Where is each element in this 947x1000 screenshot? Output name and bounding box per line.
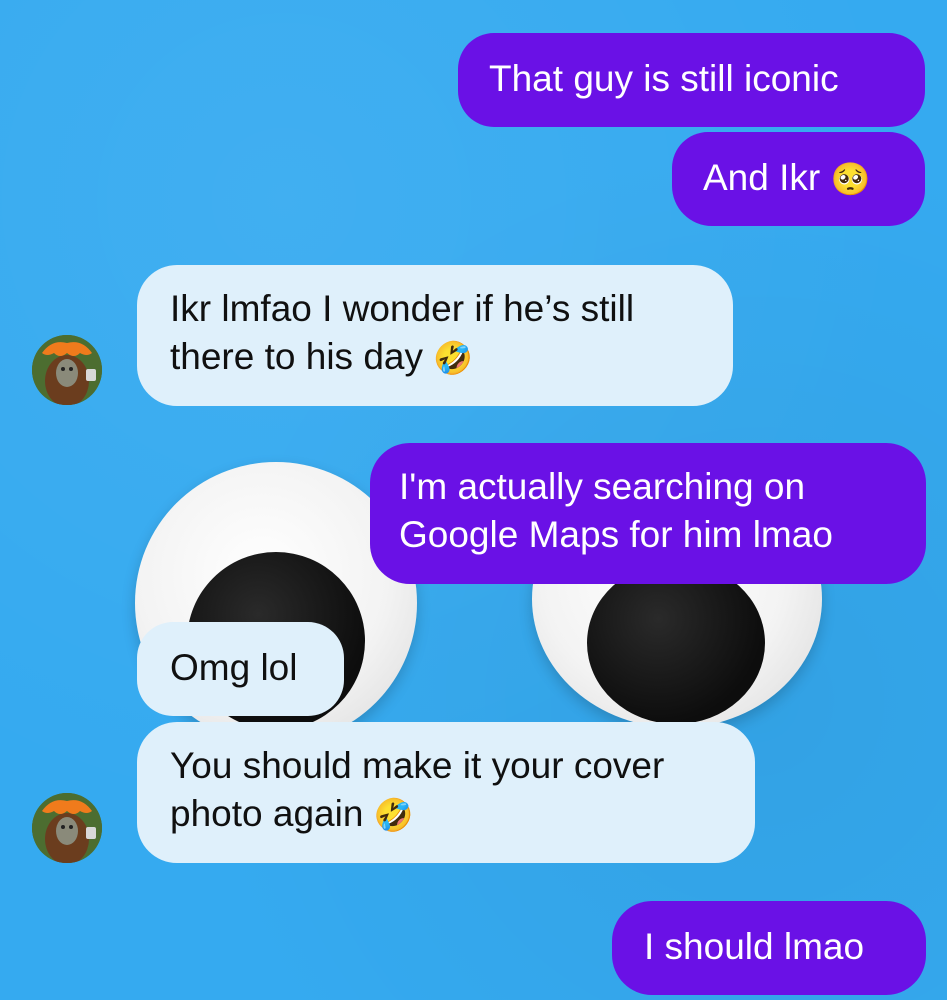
message-text-line-2: photo again 🤣 — [170, 790, 755, 839]
message-text: I should lmao — [644, 926, 865, 967]
message-bubble-received[interactable]: Omg lol — [137, 622, 344, 716]
sasquatch-avatar-icon — [32, 793, 102, 863]
message-bubble-received[interactable]: Ikr lmfao I wonder if he’s still there t… — [137, 265, 733, 406]
message-bubble-received[interactable]: You should make it your cover photo agai… — [137, 722, 755, 863]
rolling-laughing-icon: 🤣 — [373, 796, 414, 834]
message-bubble-sent[interactable]: I should lmao — [612, 901, 926, 995]
message-text-line-2: Google Maps for him lmao — [399, 514, 833, 555]
message-text: photo again — [170, 793, 364, 834]
pleading-face-icon: 🥺 — [830, 160, 871, 198]
message-text: And Ikr — [703, 157, 821, 198]
contact-avatar[interactable] — [32, 793, 102, 863]
message-text-line-1: I'm actually searching on — [399, 466, 806, 507]
sasquatch-avatar-icon — [32, 335, 102, 405]
message-text-line-2: there to his day 🤣 — [170, 333, 733, 382]
contact-avatar[interactable] — [32, 335, 102, 405]
message-text: That guy is still iconic — [489, 58, 839, 99]
message-text: Omg lol — [170, 647, 298, 688]
message-text-line-1: Ikr lmfao I wonder if he’s still — [170, 288, 635, 329]
message-text: there to his day — [170, 336, 423, 377]
message-bubble-sent[interactable]: And Ikr 🥺 — [672, 132, 925, 226]
message-bubble-sent[interactable]: I'm actually searching on Google Maps fo… — [370, 443, 926, 584]
message-text-line-1: You should make it your cover — [170, 745, 665, 786]
message-bubble-sent[interactable]: That guy is still iconic — [458, 33, 925, 127]
googly-eye-right-pupil — [587, 562, 765, 724]
rolling-laughing-icon: 🤣 — [433, 339, 474, 377]
